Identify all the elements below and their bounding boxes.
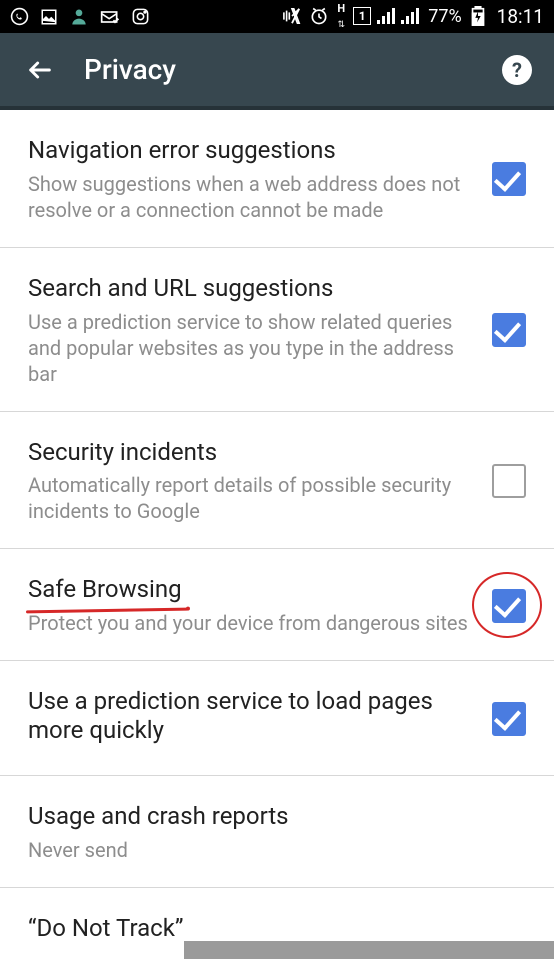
item-prediction-preload[interactable]: Use a prediction service to load pages m… <box>0 661 554 776</box>
signal-1-icon <box>377 8 395 24</box>
signal-2-icon <box>401 8 419 24</box>
vibrate-icon <box>281 7 303 25</box>
image-icon <box>40 8 58 26</box>
checkbox[interactable] <box>492 464 526 498</box>
item-desc: Never send <box>28 837 526 863</box>
item-title: Security incidents <box>28 438 474 467</box>
status-right: H ⇅ 1 77% 18:11 <box>281 4 544 30</box>
item-do-not-track[interactable]: “Do Not Track” <box>0 888 554 942</box>
item-security-incidents[interactable]: Security incidents Automatically report … <box>0 412 554 550</box>
instagram-icon <box>131 7 150 26</box>
battery-charging-icon <box>471 6 485 26</box>
alarm-icon <box>309 6 329 26</box>
mail-check-icon <box>100 8 120 26</box>
item-desc: Use a prediction service to show related… <box>28 309 474 387</box>
viber-icon <box>10 7 29 26</box>
scrollbar[interactable] <box>184 941 554 959</box>
item-desc: Protect you and your device from dangero… <box>28 610 474 636</box>
help-button[interactable]: ? <box>502 55 532 85</box>
item-navigation-error[interactable]: Navigation error suggestions Show sugges… <box>0 110 554 248</box>
settings-list: Navigation error suggestions Show sugges… <box>0 110 554 942</box>
item-safe-browsing[interactable]: Safe Browsing Protect you and your devic… <box>0 549 554 661</box>
item-title: Safe Browsing <box>28 575 474 604</box>
item-desc: Show suggestions when a web address does… <box>28 171 474 223</box>
person-globe-icon <box>69 7 89 27</box>
item-title: “Do Not Track” <box>28 914 183 942</box>
checkbox[interactable] <box>492 162 526 196</box>
app-bar: Privacy ? <box>0 33 554 110</box>
item-title: Usage and crash reports <box>28 802 526 831</box>
hspa-icon: H ⇅ <box>335 4 347 30</box>
item-title: Use a prediction service to load pages m… <box>28 687 474 745</box>
item-desc: Automatically report details of possible… <box>28 472 474 524</box>
item-title: Navigation error suggestions <box>28 136 474 165</box>
status-bar: H ⇅ 1 77% 18:11 <box>0 0 554 33</box>
item-title: Search and URL suggestions <box>28 274 474 303</box>
sim-slot-icon: 1 <box>353 7 371 25</box>
item-search-url-suggestions[interactable]: Search and URL suggestions Use a predict… <box>0 248 554 412</box>
checkbox[interactable] <box>492 702 526 736</box>
battery-percent: 77% <box>428 6 461 27</box>
page-title: Privacy <box>84 53 502 86</box>
clock-time: 18:11 <box>497 5 544 28</box>
back-arrow-icon[interactable] <box>26 56 54 84</box>
checkbox[interactable] <box>492 589 526 623</box>
item-usage-crash[interactable]: Usage and crash reports Never send <box>0 776 554 888</box>
status-left <box>10 7 281 27</box>
checkbox[interactable] <box>492 313 526 347</box>
